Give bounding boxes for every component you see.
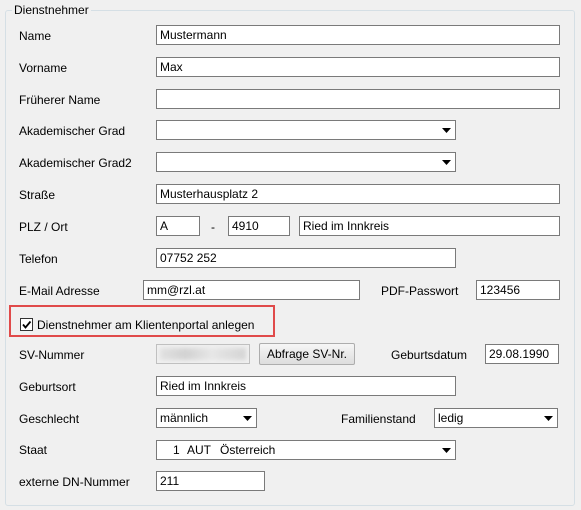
chevron-down-icon[interactable] (541, 410, 556, 426)
vorname-input[interactable]: Max (156, 57, 560, 77)
group-title: Dienstnehmer (12, 3, 91, 17)
name-label: Name (19, 29, 52, 43)
sv-nummer-label: SV-Nummer (19, 348, 85, 362)
staat-select[interactable]: 1 AUT Österreich (156, 440, 456, 460)
chevron-down-icon[interactable] (439, 122, 454, 138)
externe-dn-label: externe DN-Nummer (19, 475, 130, 489)
plz-ort-label: PLZ / Ort (19, 220, 68, 234)
geschlecht-label: Geschlecht (19, 412, 80, 426)
email-label: E-Mail Adresse (19, 284, 100, 298)
sv-nummer-redacted (160, 348, 246, 360)
akad-grad-label: Akademischer Grad (19, 124, 126, 138)
externe-dn-input[interactable]: 211 (156, 471, 265, 491)
staat-code: AUT (187, 443, 211, 457)
geburtsort-label: Geburtsort (19, 380, 76, 394)
frueherer-name-input[interactable] (156, 89, 560, 109)
ort-input[interactable]: Ried im Innkreis (299, 216, 560, 236)
familienstand-value: ledig (438, 411, 464, 425)
klientenportal-checkbox[interactable] (20, 318, 33, 331)
geburtsdatum-input[interactable]: 29.08.1990 (485, 344, 559, 364)
telefon-label: Telefon (19, 252, 58, 266)
staat-code-num: 1 (173, 443, 180, 457)
name-input[interactable]: Mustermann (156, 25, 560, 45)
strasse-label: Straße (19, 188, 56, 202)
pdf-passwort-input[interactable]: 123456 (476, 280, 560, 300)
akad-grad-select[interactable] (156, 120, 456, 140)
geschlecht-select[interactable]: männlich (156, 408, 257, 428)
pdf-passwort-label: PDF-Passwort (381, 284, 459, 298)
telefon-input[interactable]: 07752 252 (156, 248, 456, 268)
chevron-down-icon[interactable] (439, 442, 454, 458)
country-code-input[interactable]: A (156, 216, 200, 236)
abfrage-sv-button[interactable]: Abfrage SV-Nr. (259, 343, 355, 365)
email-input[interactable]: mm@rzl.at (143, 280, 360, 300)
plz-input[interactable]: 4910 (228, 216, 290, 236)
staat-label: Staat (19, 443, 48, 457)
geburtsort-input[interactable]: Ried im Innkreis (156, 376, 456, 396)
vorname-label: Vorname (19, 61, 68, 75)
geburtsdatum-label: Geburtsdatum (391, 348, 468, 362)
geschlecht-value: männlich (160, 411, 209, 425)
klientenportal-label[interactable]: Dienstnehmer am Klientenportal anlegen (37, 318, 254, 332)
strasse-input[interactable]: Musterhausplatz 2 (156, 184, 560, 204)
akad-grad2-label: Akademischer Grad2 (19, 156, 132, 170)
plz-separator: - (211, 220, 215, 234)
akad-grad2-select[interactable] (156, 152, 456, 172)
chevron-down-icon[interactable] (240, 410, 255, 426)
staat-name: Österreich (220, 443, 276, 457)
familienstand-label: Familienstand (341, 412, 416, 426)
chevron-down-icon[interactable] (439, 154, 454, 170)
familienstand-select[interactable]: ledig (434, 408, 558, 428)
frueherer-name-label: Früherer Name (19, 93, 101, 107)
checkmark-icon (22, 320, 32, 329)
